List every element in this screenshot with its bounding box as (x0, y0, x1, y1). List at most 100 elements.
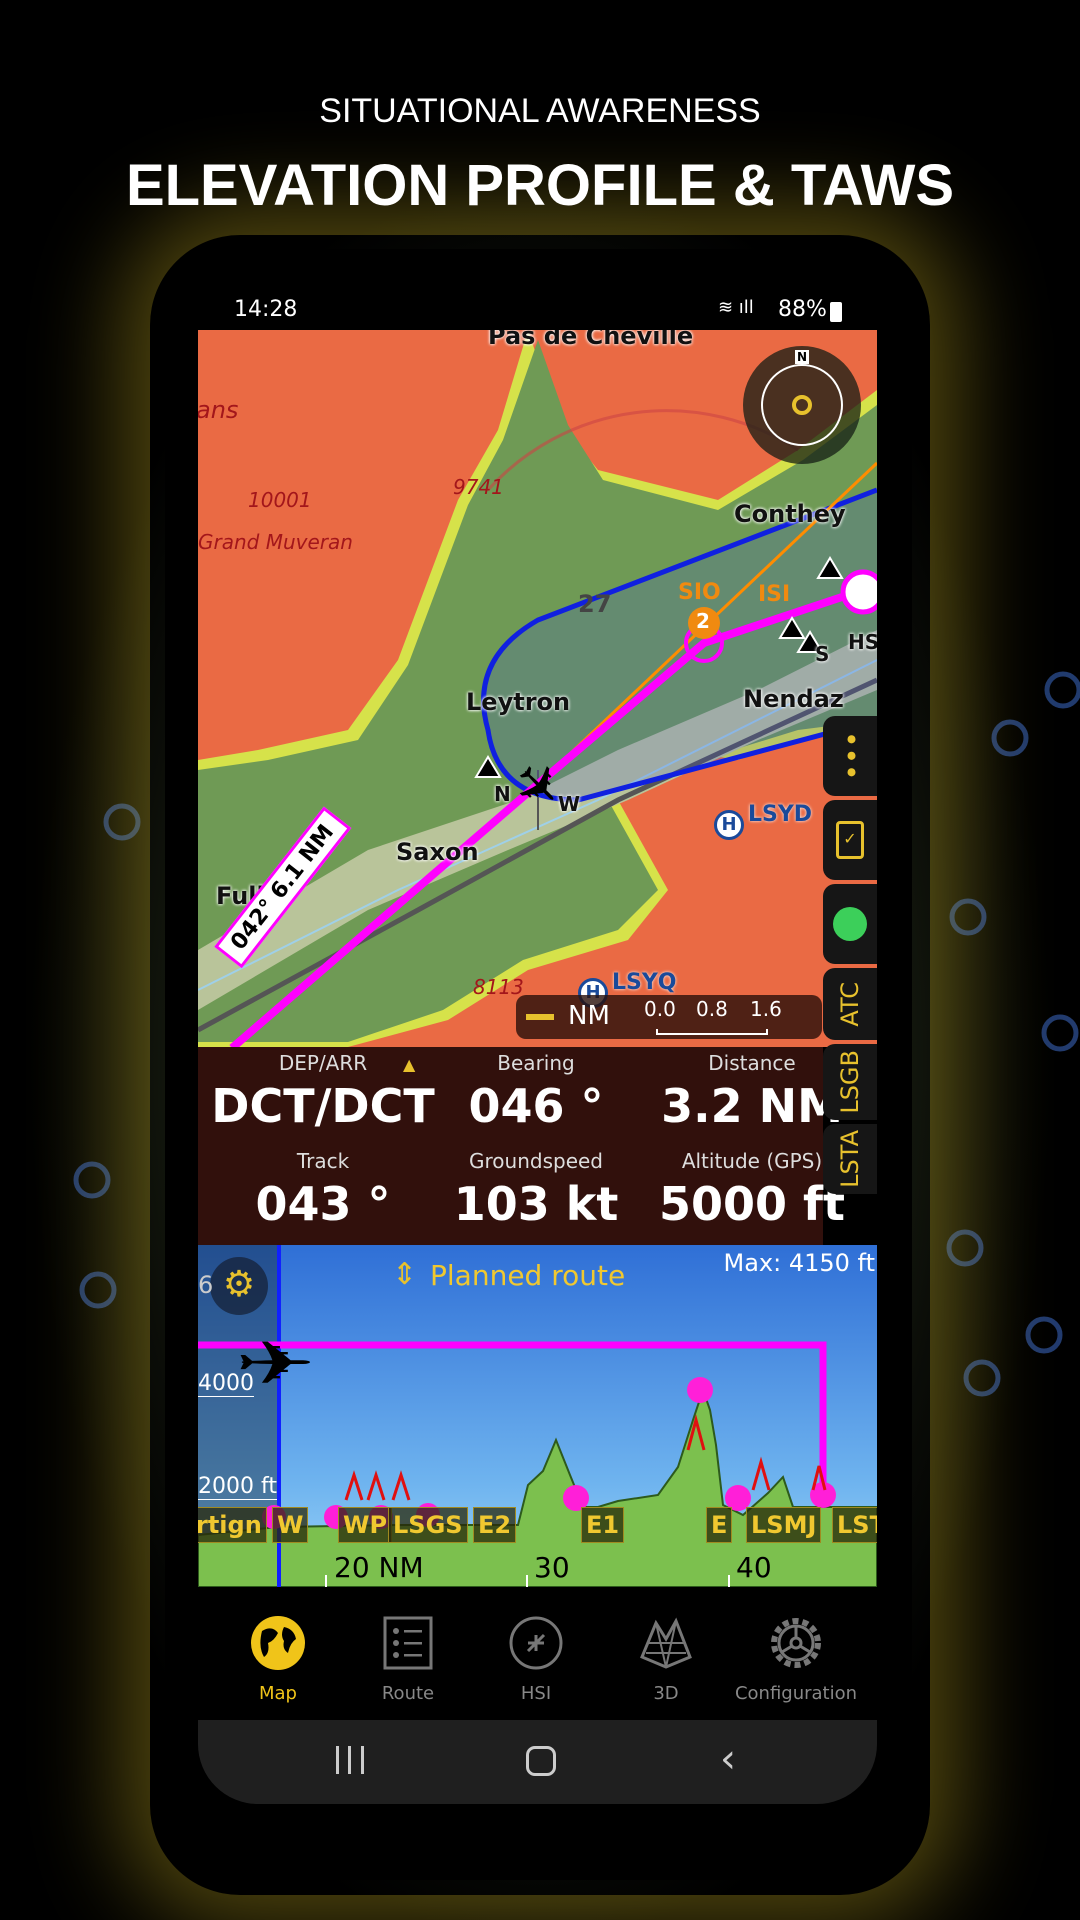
town-label: Leytron (466, 688, 571, 716)
battery-level: 88% (778, 297, 827, 322)
waypoint-label[interactable]: WP (338, 1507, 393, 1543)
navaid-label: SIO (678, 580, 721, 605)
bearing-value: 046 ° (468, 1079, 604, 1133)
map-label: HS (848, 630, 877, 654)
back-icon[interactable]: ‹ (720, 1736, 736, 1782)
waypoint-label[interactable]: W (272, 1507, 309, 1543)
scale-line (656, 1029, 768, 1035)
navaid-label: ISI (758, 582, 791, 607)
wifi-signal-icon: ≋ ıll (718, 297, 754, 318)
alt-label-2000: 2000 ft (198, 1474, 277, 1500)
track-value: 043 ° (255, 1177, 391, 1231)
town-label: Saxon (396, 838, 479, 866)
checklist-icon: ✓ (836, 821, 864, 859)
status-time: 14:28 (234, 297, 298, 322)
gear-icon (771, 1618, 821, 1668)
compass-north[interactable]: N (795, 350, 810, 364)
distance-label: Distance (708, 1051, 796, 1075)
headline-title: ELEVATION PROFILE & TAWS (125, 153, 955, 218)
distance-value: 3.2 NM (661, 1079, 843, 1133)
waypoint-label[interactable]: E (706, 1507, 733, 1543)
scale-unit: NM (568, 1001, 610, 1031)
bottom-nav: Map Route HSI 3D Configuration (198, 1587, 877, 1720)
groundspeed-value: 103 kt (453, 1177, 619, 1231)
heliport-icon: H (714, 810, 744, 840)
terrain-mesh-icon (640, 1617, 692, 1669)
airport-label[interactable]: LSYQ (612, 970, 677, 995)
moving-map[interactable]: Pas de Cheville ans 10001 9741 Grand Muv… (198, 330, 877, 1047)
dep-arr-label: DEP/ARR (278, 1051, 368, 1075)
profile-mode[interactable]: Planned route (430, 1259, 625, 1292)
nav-label: Route (381, 1683, 435, 1704)
globe-icon (251, 1616, 305, 1670)
groundspeed-label: Groundspeed (469, 1149, 603, 1173)
headline-kicker: SITUATIONAL AWARENESS (319, 92, 761, 130)
gps-status-button[interactable] (823, 884, 877, 964)
nav-label: Configuration (734, 1683, 858, 1704)
profile-settings-gear-icon[interactable]: ⚙ (210, 1257, 268, 1315)
elevation-label: 8113 (473, 975, 524, 999)
altitude-value: 5000 ft (658, 1177, 846, 1231)
waypoint-label[interactable]: LSMJ (746, 1507, 822, 1543)
recents-icon[interactable] (336, 1746, 364, 1774)
waypoint-label[interactable]: LSGS (388, 1507, 468, 1543)
map-label: S (815, 642, 830, 666)
distance-label: 40 (736, 1551, 772, 1584)
scale-tick: 1.6 (750, 997, 782, 1021)
home-icon[interactable] (526, 1746, 556, 1776)
system-nav-bar: ‹ (198, 1720, 877, 1804)
more-dots-icon: ••• (834, 731, 867, 781)
nav-hsi[interactable]: HSI (471, 1587, 601, 1720)
nav-route[interactable]: Route (343, 1587, 473, 1720)
map-label: Pas de Cheville (488, 330, 694, 350)
lsgb-label: LSGB (836, 1050, 864, 1114)
info-panel[interactable]: DEP/ARR ▲ Bearing Distance DCT/DCT 046 °… (198, 1047, 845, 1245)
battery-icon (830, 302, 842, 322)
scale-bar: NM 0.0 0.8 1.6 (516, 995, 822, 1039)
triangle-up-icon: ▲ (403, 1055, 416, 1074)
more-menu-button[interactable]: ••• (823, 716, 877, 796)
track-label: Track (296, 1149, 350, 1173)
distance-label: 30 (534, 1551, 570, 1584)
resize-arrows-icon[interactable]: ⇕ (392, 1257, 417, 1292)
nav-label: 3D (653, 1683, 679, 1704)
town-label: Nendaz (743, 685, 844, 713)
checklist-button[interactable]: ✓ (823, 800, 877, 880)
atc-label: ATC (836, 981, 864, 1027)
scale-tick: 0.0 (644, 997, 676, 1021)
hsi-icon (509, 1616, 563, 1670)
waypoint-badge[interactable]: 2 (696, 609, 710, 633)
runway-number: 27 (578, 590, 612, 618)
nav-label: Map (259, 1683, 297, 1704)
partial-alt-label: 6 (198, 1271, 214, 1299)
lsta-button[interactable]: LSTA (823, 1124, 877, 1194)
bearing-label: Bearing (497, 1051, 575, 1075)
waypoint-label[interactable]: LSTA (832, 1507, 877, 1543)
waypoint-label[interactable]: rtign (198, 1507, 267, 1543)
lsgb-button[interactable]: LSGB (823, 1044, 877, 1120)
scale-tick: 0.8 (696, 997, 728, 1021)
scale-color-icon (526, 1014, 554, 1020)
airport-label[interactable]: LSYD (748, 802, 812, 827)
distance-label: 20 NM (334, 1551, 424, 1584)
map-label: ans (198, 396, 239, 424)
dep-arr-value: DCT/DCT (211, 1079, 435, 1133)
atc-button[interactable]: ATC (823, 968, 877, 1040)
profile-aircraft-icon: ✈ (234, 1329, 316, 1399)
nav-map[interactable]: Map (213, 1587, 343, 1720)
nav-3d[interactable]: 3D (601, 1587, 731, 1720)
status-dot-icon (833, 907, 867, 941)
status-bar: 14:28 ≋ ıll 88% (198, 291, 877, 330)
map-label: Grand Muveran (198, 530, 353, 554)
elevation-profile[interactable]: ⚙ 6 ⇕ Planned route Max: 4150 ft 4000 20… (198, 1245, 877, 1587)
nav-configuration[interactable]: Configuration (731, 1587, 861, 1720)
elevation-label: 9741 (453, 475, 504, 499)
lsta-label: LSTA (836, 1130, 864, 1188)
waypoint-label[interactable]: E2 (473, 1507, 517, 1543)
obstacle-icons (344, 1414, 827, 1501)
waypoint-label[interactable]: E1 (581, 1507, 625, 1543)
nav-label: HSI (520, 1683, 552, 1704)
elevation-label: 10001 (248, 488, 312, 512)
profile-max-elevation: Max: 4150 ft (723, 1249, 875, 1277)
town-label: Conthey (734, 500, 846, 528)
